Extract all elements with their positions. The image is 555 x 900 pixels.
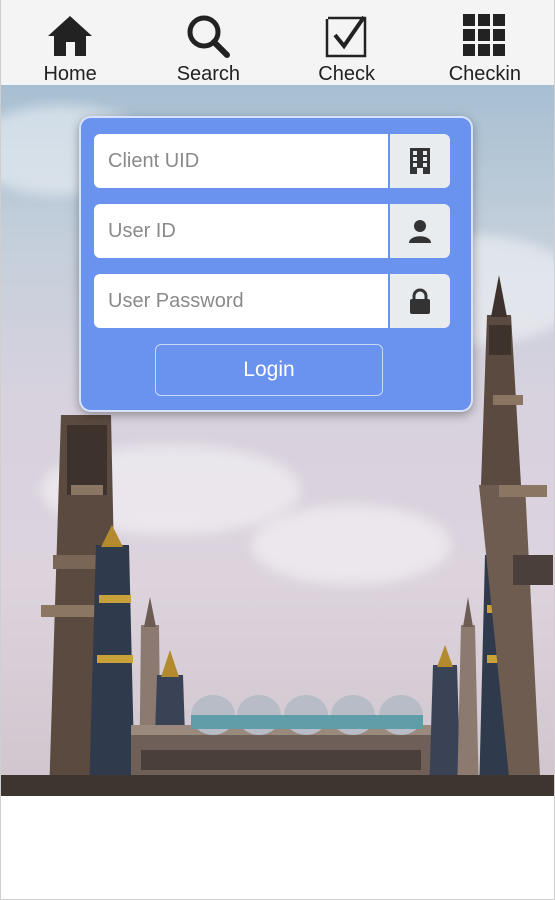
user-password-group xyxy=(94,274,450,328)
checkbox-icon xyxy=(323,12,371,60)
top-navbar: Home Search Check Checkin xyxy=(1,0,554,85)
lock-icon xyxy=(390,274,450,328)
user-icon xyxy=(390,204,450,258)
building-icon xyxy=(390,134,450,188)
search-icon xyxy=(184,12,232,60)
home-icon xyxy=(46,12,94,60)
login-button[interactable]: Login xyxy=(155,344,383,396)
nav-search[interactable]: Search xyxy=(148,0,268,85)
nav-home[interactable]: Home xyxy=(10,0,130,85)
nav-home-label: Home xyxy=(43,63,97,85)
nav-search-label: Search xyxy=(176,63,241,85)
nav-check[interactable]: Check xyxy=(287,0,407,85)
nav-check-label: Check xyxy=(318,63,375,85)
grid-icon xyxy=(461,12,509,60)
user-id-group xyxy=(94,204,450,258)
nav-checkin[interactable]: Checkin xyxy=(425,0,545,85)
login-card: Login xyxy=(79,116,473,412)
user-id-input[interactable] xyxy=(94,204,388,258)
client-uid-group xyxy=(94,134,450,188)
nav-checkin-label: Checkin xyxy=(448,63,521,85)
client-uid-input[interactable] xyxy=(94,134,388,188)
user-password-input[interactable] xyxy=(94,274,388,328)
